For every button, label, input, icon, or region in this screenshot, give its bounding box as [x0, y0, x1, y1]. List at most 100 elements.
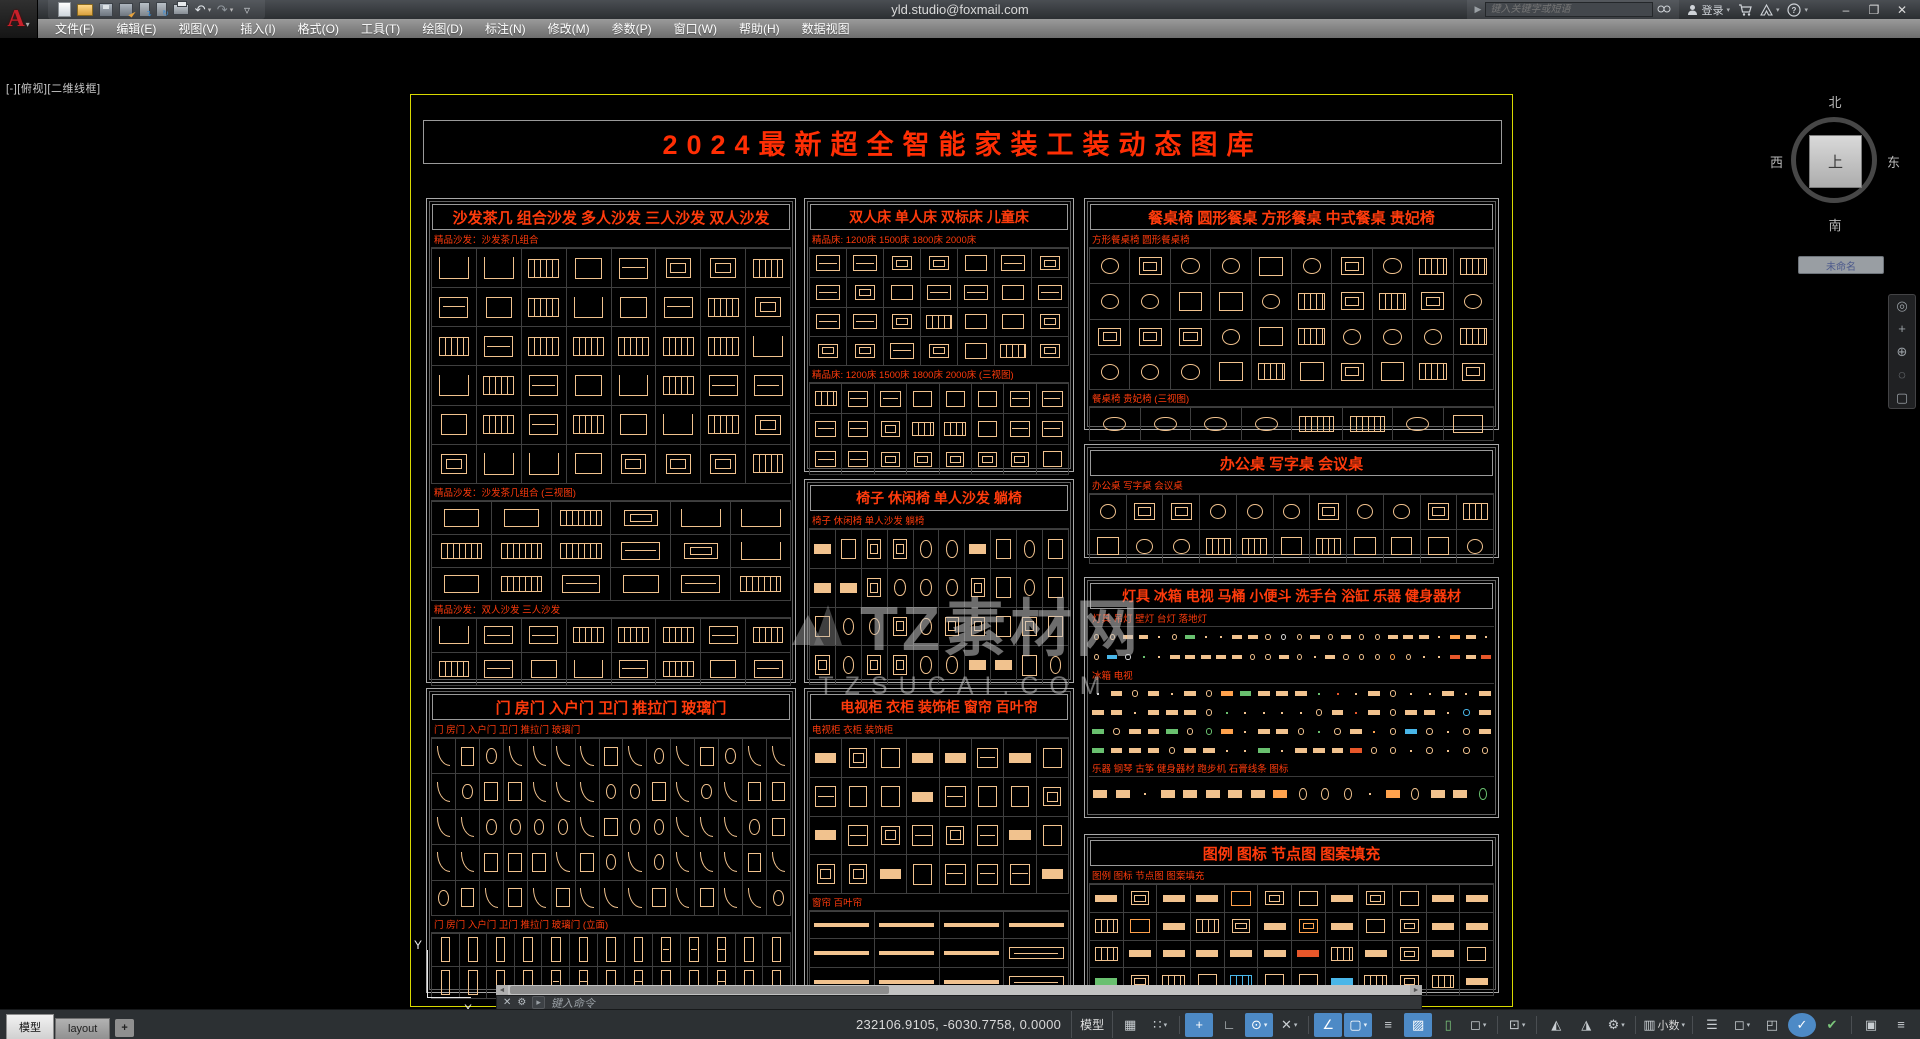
scroll-left-icon[interactable]: ◄ [496, 985, 508, 995]
orbit-icon[interactable]: ◌ [1898, 368, 1906, 381]
help-dropdown-icon[interactable]: ▾ [1804, 6, 1808, 14]
ucs-unnamed-button[interactable]: 未命名 [1798, 256, 1884, 274]
command-line[interactable]: ✕ ⚙ ▸ 键入命令 [496, 995, 1422, 1010]
zoom-icon[interactable]: ⊕ [1897, 345, 1908, 358]
menu-item-0[interactable]: 文件(F) [44, 19, 105, 38]
lock-ui-button-dropdown[interactable]: ▾ [1747, 1021, 1751, 1029]
grid-display-button[interactable]: ▦ [1116, 1013, 1144, 1037]
menu-item-7[interactable]: 标注(N) [474, 19, 537, 38]
menu-item-10[interactable]: 窗口(W) [663, 19, 728, 38]
menu-item-8[interactable]: 修改(M) [537, 19, 601, 38]
3d-object-snap-button[interactable]: ◻ ▾ [1464, 1013, 1492, 1037]
viewcube[interactable]: 北 西 上 东 南 [1768, 90, 1902, 240]
navigation-wheel-icon[interactable]: ◎ [1896, 299, 1907, 312]
help-icon[interactable]: ? ▾ [1787, 2, 1808, 17]
snap-mode-button-dropdown[interactable]: ▾ [1164, 1021, 1168, 1029]
clean-screen-button[interactable]: ✓ [1788, 1012, 1816, 1037]
sign-in-button[interactable]: 登录 ▾ [1687, 2, 1730, 18]
dynamic-ucs-button[interactable]: ⊡ ▾ [1503, 1013, 1531, 1037]
redo-icon[interactable]: ↷ ▾ [217, 2, 234, 17]
new-file-icon[interactable] [58, 2, 71, 17]
minimize-button[interactable]: – [1832, 1, 1860, 18]
qat-overflow-icon[interactable]: ▿ [239, 3, 255, 17]
object-snap-settings-button[interactable]: ▢ ▾ [1344, 1012, 1373, 1037]
customization-menu-button[interactable]: ≡ [1887, 1013, 1915, 1037]
settings-gear-button[interactable]: ⚙ ▾ [1602, 1013, 1630, 1037]
command-close-icon[interactable]: ✕ [503, 997, 511, 1008]
viewport-controls-label[interactable]: [-][俯视][二维线框] [6, 80, 101, 96]
polar-tracking-button[interactable]: ⊙ ▾ [1245, 1012, 1274, 1037]
drawing-canvas[interactable]: [-][俯视][二维线框] 2024最新超全智能家装工装动态图库 沙发茶几 组合… [0, 38, 1920, 1039]
menu-item-6[interactable]: 绘图(D) [411, 19, 474, 38]
viewcube-south-label[interactable]: 南 [1768, 215, 1902, 234]
isolate-objects-button[interactable]: ◰ [1758, 1013, 1786, 1037]
annotation-scale-button-dropdown[interactable]: ▾ [1681, 1021, 1685, 1029]
menu-item-4[interactable]: 格式(O) [287, 19, 350, 38]
polar-tracking-button-dropdown[interactable]: ▾ [1264, 1021, 1268, 1029]
transparency-button[interactable]: ▨ [1404, 1012, 1433, 1037]
new-layout-tab[interactable]: + [115, 1018, 134, 1037]
menu-item-5[interactable]: 工具(T) [350, 19, 411, 38]
3d-object-snap-button-dropdown[interactable]: ▾ [1483, 1021, 1487, 1029]
layout-tab[interactable]: layout [55, 1017, 111, 1039]
restore-button[interactable]: ❐ [1860, 1, 1888, 18]
dynamic-ucs-button-dropdown[interactable]: ▾ [1522, 1021, 1526, 1029]
viewcube-west-label[interactable]: 西 [1770, 152, 1783, 171]
minimize-window-button[interactable]: ▣ [1857, 1013, 1885, 1037]
osnap-tracking-button-dropdown[interactable]: ▾ [1294, 1021, 1298, 1029]
annotation-monitor-button[interactable]: ◭ [1542, 1013, 1570, 1037]
model-tab[interactable]: 模型 [6, 1013, 54, 1039]
lock-ui-button[interactable]: ◻ ▾ [1728, 1013, 1756, 1037]
object-snap-button[interactable]: ∠ [1314, 1012, 1343, 1037]
quick-properties-button[interactable]: ☰ [1698, 1013, 1726, 1037]
command-customize-icon[interactable]: ⚙ [517, 997, 526, 1008]
pan-icon[interactable]: + [1898, 322, 1906, 335]
autocad-logo-button[interactable]: A ▾ [0, 0, 38, 38]
upload-device-icon[interactable] [139, 2, 152, 18]
viewcube-east-label[interactable]: 东 [1887, 152, 1900, 171]
scroll-right-icon[interactable]: ► [1410, 985, 1422, 995]
autodesk-exchange-icon[interactable]: ▾ [1760, 3, 1780, 16]
menu-item-9[interactable]: 参数(P) [601, 19, 663, 38]
block-glyph [1341, 634, 1351, 640]
search-input[interactable] [1485, 2, 1654, 17]
viewcube-north-label[interactable]: 北 [1768, 92, 1902, 111]
osnap-tracking-button[interactable]: ✕ ▾ [1275, 1013, 1303, 1037]
menu-item-1[interactable]: 编辑(E) [105, 19, 167, 38]
settings-gear-button-dropdown[interactable]: ▾ [1621, 1021, 1625, 1029]
command-recent-icon[interactable]: ▸ [532, 996, 545, 1009]
annotation-scale-button[interactable]: ▥ 小数 ▾ [1641, 1013, 1687, 1037]
sign-in-dropdown-icon[interactable]: ▾ [1726, 6, 1730, 14]
redo-icon-dropdown[interactable]: ▾ [230, 6, 234, 14]
transfer-icon[interactable] [156, 2, 169, 18]
selection-cycling-button[interactable]: ▯ [1434, 1013, 1462, 1037]
scrollbar-thumb[interactable] [510, 986, 889, 994]
object-snap-settings-button-dropdown[interactable]: ▾ [1364, 1021, 1368, 1029]
menu-item-2[interactable]: 视图(V) [167, 19, 229, 38]
viewcube-top-face[interactable]: 上 [1809, 135, 1862, 188]
graphics-performance-button[interactable]: ✔ [1818, 1013, 1846, 1037]
dynamic-input-button[interactable]: + [1185, 1012, 1214, 1037]
undo-icon-dropdown[interactable]: ▾ [208, 6, 212, 14]
command-scrollbar[interactable]: ◄ ► [496, 985, 1422, 995]
annotation-autoscale-button[interactable]: ◮ [1572, 1013, 1600, 1037]
print-icon[interactable] [173, 1, 189, 15]
menu-item-3[interactable]: 插入(I) [229, 19, 286, 38]
app-store-cart-icon[interactable] [1738, 3, 1752, 16]
save-icon[interactable] [99, 2, 113, 17]
search-expand-icon[interactable]: ▶ [1475, 4, 1482, 15]
model-space-indicator[interactable]: 模型 [1071, 1011, 1114, 1038]
menu-item-11[interactable]: 帮助(H) [728, 19, 791, 38]
undo-icon[interactable]: ↶ ▾ [195, 2, 212, 17]
scrollbar-track[interactable] [508, 985, 1410, 995]
save-as-icon[interactable] [119, 2, 133, 17]
ortho-mode-button[interactable]: ∟ [1215, 1013, 1243, 1037]
exchange-dropdown-icon[interactable]: ▾ [1776, 6, 1780, 14]
close-button[interactable]: ✕ [1888, 1, 1916, 18]
lineweight-button[interactable]: ≡ [1374, 1013, 1402, 1037]
menu-item-12[interactable]: 数据视图 [791, 19, 861, 38]
show-motion-icon[interactable]: ▢ [1896, 391, 1908, 404]
open-folder-icon[interactable] [77, 3, 93, 16]
search-icon[interactable] [1657, 4, 1671, 16]
snap-mode-button[interactable]: ∷ ▾ [1146, 1013, 1174, 1037]
